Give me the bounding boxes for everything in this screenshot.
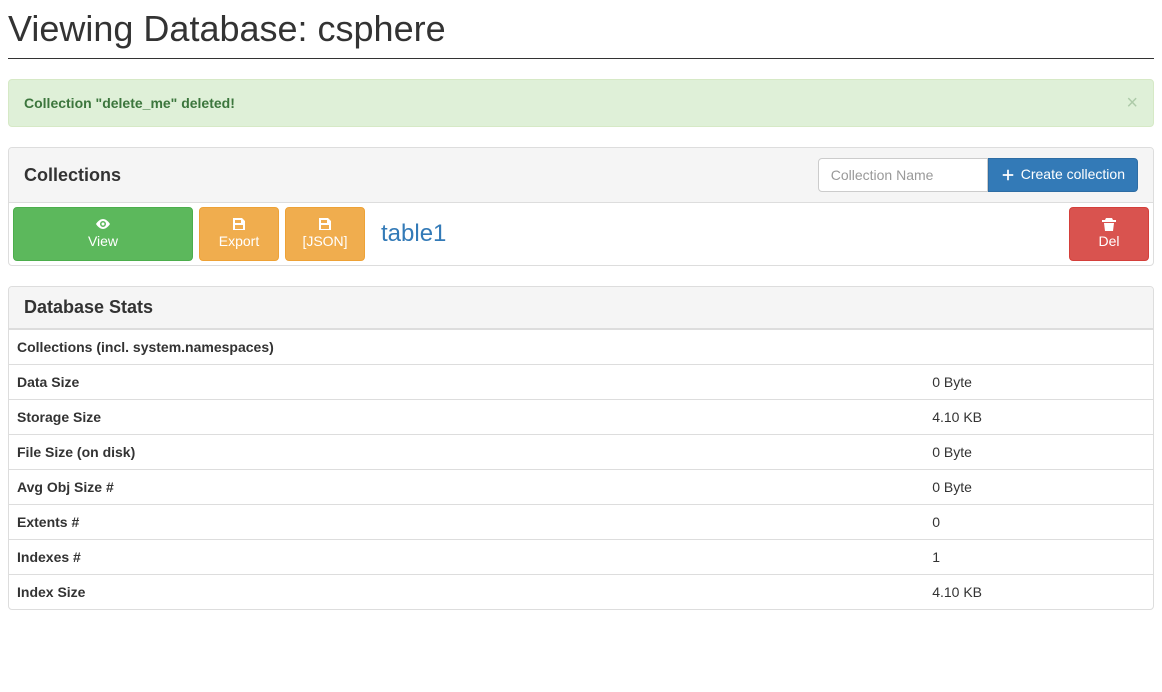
stats-value: 4.10 KB [924, 575, 1153, 610]
export-json-button[interactable]: [JSON] [285, 207, 365, 261]
create-collection-button[interactable]: Create collection [988, 158, 1138, 192]
trash-icon [1101, 216, 1117, 232]
stats-table: Collections (incl. system.namespaces) Da… [9, 329, 1153, 609]
collection-name-link[interactable]: table1 [371, 207, 1063, 261]
stats-row: Extents #0 [9, 505, 1153, 540]
stats-row: Index Size4.10 KB [9, 575, 1153, 610]
alert-close-button[interactable]: × [1126, 93, 1138, 113]
stats-panel: Database Stats Collections (incl. system… [8, 286, 1154, 610]
stats-label: Avg Obj Size # [9, 470, 924, 505]
stats-value: 0 Byte [924, 365, 1153, 400]
stats-label: Collections (incl. system.namespaces) [9, 330, 924, 365]
alert-success: Collection "delete_me" deleted! × [8, 79, 1154, 127]
stats-value: 4.10 KB [924, 400, 1153, 435]
collections-panel-heading: Collections Create collection [9, 148, 1153, 203]
stats-row: Indexes #1 [9, 540, 1153, 575]
collections-panel: Collections Create collection View Expor… [8, 147, 1154, 266]
stats-value: 0 Byte [924, 470, 1153, 505]
save-icon [231, 216, 247, 232]
view-button[interactable]: View [13, 207, 193, 261]
stats-value [924, 330, 1153, 365]
delete-label: Del [1098, 232, 1119, 252]
stats-label: Storage Size [9, 400, 924, 435]
collection-row: View Export [JSON] table1 Del [9, 203, 1153, 265]
stats-row: Collections (incl. system.namespaces) [9, 330, 1153, 365]
stats-label: Indexes # [9, 540, 924, 575]
collections-list: View Export [JSON] table1 Del [9, 203, 1153, 265]
stats-row: File Size (on disk)0 Byte [9, 435, 1153, 470]
stats-row: Avg Obj Size #0 Byte [9, 470, 1153, 505]
stats-value: 0 [924, 505, 1153, 540]
export-label: Export [219, 232, 259, 252]
json-label: [JSON] [302, 232, 347, 252]
stats-label: File Size (on disk) [9, 435, 924, 470]
stats-label: Index Size [9, 575, 924, 610]
delete-button[interactable]: Del [1069, 207, 1149, 261]
export-button[interactable]: Export [199, 207, 279, 261]
save-icon [317, 216, 333, 232]
stats-panel-title: Database Stats [24, 297, 153, 318]
stats-label: Extents # [9, 505, 924, 540]
stats-tbody: Collections (incl. system.namespaces) Da… [9, 330, 1153, 610]
collections-panel-title: Collections [24, 165, 121, 186]
stats-row: Storage Size4.10 KB [9, 400, 1153, 435]
create-collection-group: Create collection [818, 158, 1138, 192]
collection-name-input[interactable] [818, 158, 988, 192]
stats-row: Data Size0 Byte [9, 365, 1153, 400]
stats-label: Data Size [9, 365, 924, 400]
stats-panel-heading: Database Stats [9, 287, 1153, 329]
view-label: View [88, 232, 118, 252]
alert-text: Collection "delete_me" deleted! [24, 95, 235, 111]
stats-value: 1 [924, 540, 1153, 575]
create-collection-label: Create collection [1021, 165, 1125, 185]
plus-icon [1001, 168, 1015, 182]
eye-icon [95, 216, 111, 232]
page-title: Viewing Database: csphere [8, 8, 1154, 59]
stats-value: 0 Byte [924, 435, 1153, 470]
